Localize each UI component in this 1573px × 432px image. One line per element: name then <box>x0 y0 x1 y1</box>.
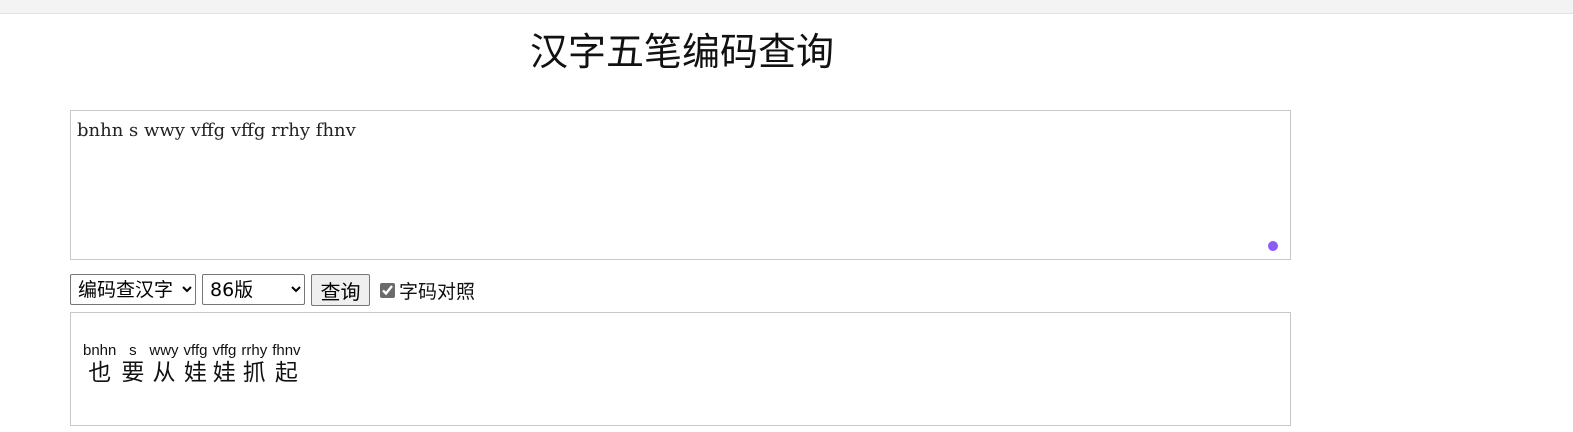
pair-code: vffg <box>212 342 237 359</box>
result-pair: fhnv 起 <box>272 343 300 387</box>
query-button[interactable]: 查询 <box>311 274 370 306</box>
result-panel: bnhn 也 s 要 wwy 从 vffg 娃 vffg 娃 rrhy 抓 fhnv 起 <box>70 312 1291 426</box>
result-pair: vffg 娃 <box>212 343 236 387</box>
result-pair: wwy 从 <box>149 343 178 387</box>
pair-char: 抓 <box>242 360 266 386</box>
result-pair: rrhy 抓 <box>241 343 267 387</box>
result-pair: vffg 娃 <box>184 343 208 387</box>
pair-code: fhnv <box>272 342 301 359</box>
browser-top-bar <box>0 0 1573 14</box>
pair-char: 要 <box>121 360 145 386</box>
pair-code: vffg <box>183 342 208 359</box>
pair-code: wwy <box>149 342 179 359</box>
pair-char: 从 <box>152 360 176 386</box>
result-pair: s要 <box>121 343 144 387</box>
compare-label: 字码对照 <box>399 280 476 303</box>
pair-char: 娃 <box>184 360 207 386</box>
result-pair: bnhn 也 <box>83 343 116 387</box>
compare-toggle[interactable]: 字码对照 <box>380 278 476 303</box>
mode-select[interactable]: 编码查汉字 <box>70 274 196 305</box>
version-select[interactable]: 86版 <box>202 274 305 305</box>
resize-handle-icon[interactable] <box>1268 241 1278 251</box>
pair-char: 娃 <box>212 360 236 386</box>
pair-code: bnhn <box>83 342 117 359</box>
compare-checkbox[interactable] <box>380 282 395 298</box>
code-input[interactable] <box>70 110 1291 260</box>
pair-code: s <box>129 342 137 359</box>
result-pairs: bnhn 也 s 要 wwy 从 vffg 娃 vffg 娃 rrhy 抓 fhnv 起 <box>83 343 306 387</box>
page-title: 汉字五笔编码查询 <box>530 30 835 74</box>
pair-code: rrhy <box>241 342 268 359</box>
pair-char: 也 <box>88 360 112 386</box>
pair-char: 起 <box>274 360 298 386</box>
